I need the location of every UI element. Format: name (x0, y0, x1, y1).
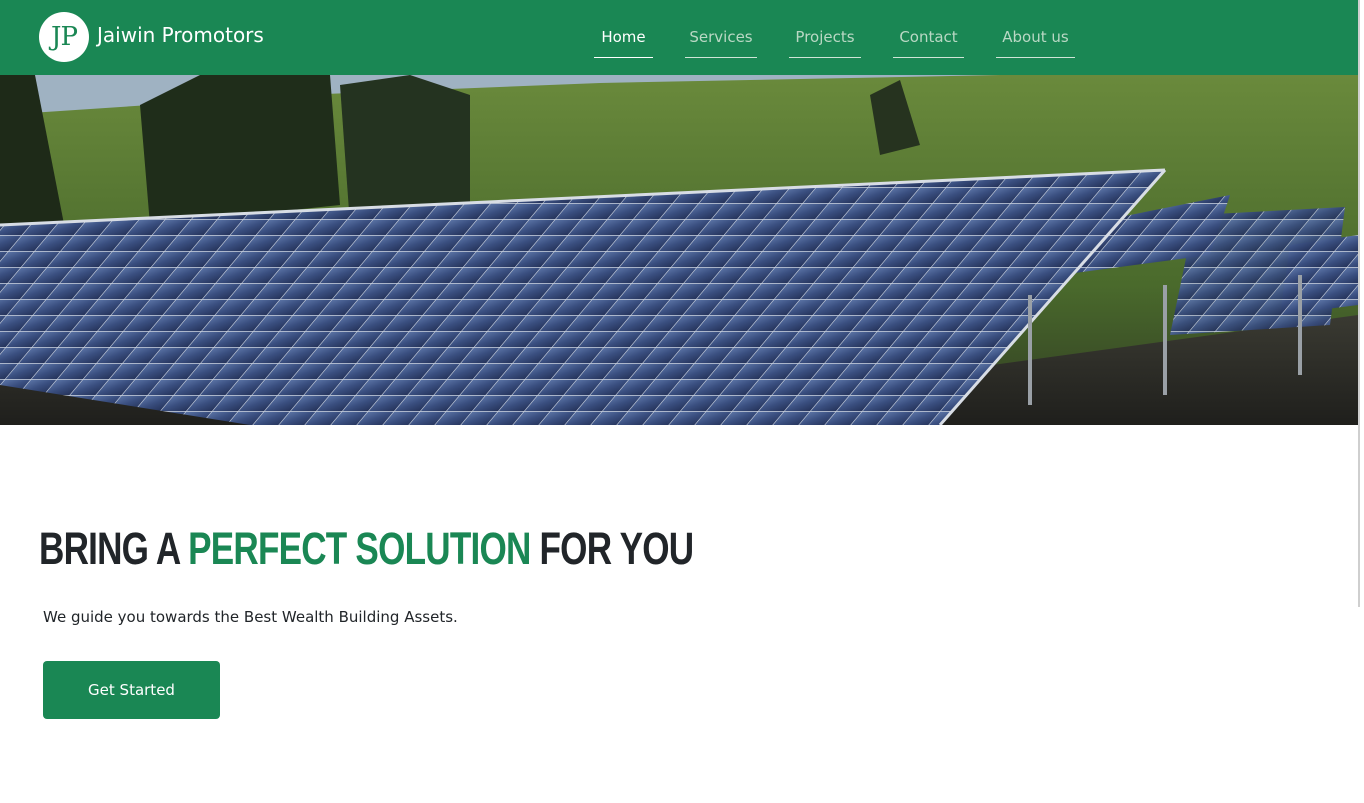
logo-text: JP (51, 22, 78, 52)
headline: BRING A PERFECT SOLUTION FOR YOU (39, 523, 695, 575)
nav-projects[interactable]: Projects (789, 28, 861, 58)
nav-home[interactable]: Home (594, 28, 653, 58)
get-started-button[interactable]: Get Started (43, 661, 220, 719)
headline-part1: BRING A (39, 523, 189, 574)
headline-part2: FOR YOU (530, 523, 695, 574)
page-edge-rule (1358, 0, 1360, 607)
navbar: JP Jaiwin Promotors Home Services Projec… (0, 0, 1358, 75)
headline-accent: PERFECT SOLUTION (188, 523, 531, 574)
logo[interactable]: JP (39, 12, 89, 62)
nav-contact[interactable]: Contact (893, 28, 964, 58)
tagline: We guide you towards the Best Wealth Bui… (43, 608, 458, 626)
nav-about-us[interactable]: About us (996, 28, 1075, 58)
hero-image (0, 75, 1358, 425)
nav-services[interactable]: Services (685, 28, 757, 58)
brand-name[interactable]: Jaiwin Promotors (97, 23, 264, 47)
